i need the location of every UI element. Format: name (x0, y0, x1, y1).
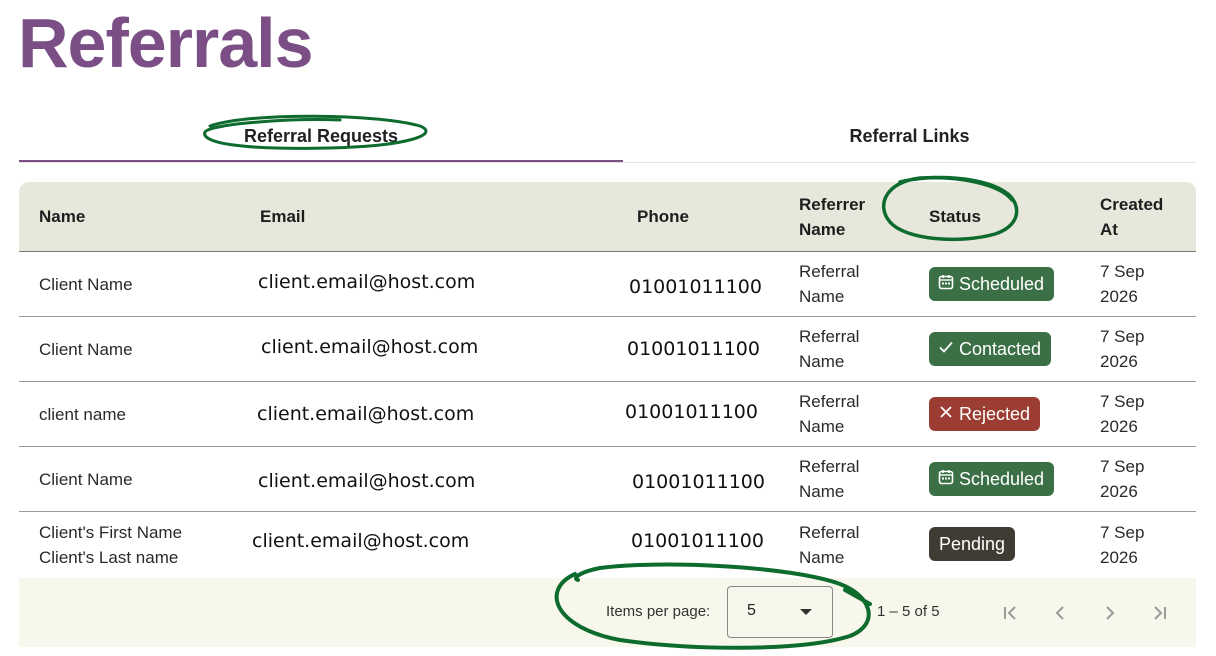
table-row[interactable]: Client Name client.email@host.com 010010… (19, 252, 1196, 317)
phone-cell: 01001011100 (627, 338, 760, 360)
calendar-icon (937, 267, 955, 301)
next-page-icon[interactable] (1092, 595, 1128, 631)
column-header-name[interactable]: Name (39, 204, 85, 229)
tab-bar: Referral Requests Referral Links (19, 112, 1196, 163)
paginator: Items per page: 5 1 – 5 of 5 (19, 578, 1196, 647)
column-header-status[interactable]: Status (929, 204, 981, 229)
client-first-name: Client's First Name (39, 523, 183, 542)
client-name-cell: Client Name (39, 340, 133, 359)
referrer-line2: Name (799, 287, 845, 306)
column-header-referrer-name[interactable]: Referrer Name (799, 192, 865, 242)
referrer-name-cell: Referral Name (799, 454, 859, 504)
referrals-table: Name Email Phone Referrer Name Status Cr… (19, 182, 1196, 647)
created-at-cell: 7 Sep 2026 (1100, 454, 1144, 504)
email-cell: client.email@host.com (258, 271, 476, 293)
created-at-cell: 7 Sep 2026 (1100, 520, 1144, 570)
referrer-line2: Name (799, 417, 845, 436)
client-last-name: Client's Last name (39, 548, 179, 567)
status-badge: Rejected (929, 397, 1041, 431)
referrer-line1: Referral (799, 262, 860, 281)
created-at-cell: 7 Sep 2026 (1100, 389, 1144, 439)
table-row[interactable]: client name client.email@host.com 010010… (19, 382, 1196, 447)
created-line1: 7 Sep (1100, 523, 1145, 542)
column-header-created-line2: At (1100, 220, 1118, 239)
chevron-down-icon (800, 609, 812, 615)
items-per-page-select[interactable]: 5 (727, 586, 833, 638)
referrer-name-cell: Referral Name (799, 389, 859, 439)
items-per-page-label: Items per page: (606, 603, 711, 620)
referrer-line1: Referral (799, 392, 860, 411)
created-line2: 2026 (1100, 548, 1138, 567)
referrer-line2: Name (799, 548, 845, 567)
status-badge: Contacted (929, 332, 1052, 366)
referrer-name-cell: Referral Name (799, 259, 859, 309)
table-row[interactable]: Client's First Name Client's Last name c… (19, 512, 1196, 576)
phone-cell: 01001011100 (629, 276, 762, 298)
previous-page-icon[interactable] (1042, 595, 1078, 631)
close-icon (937, 397, 955, 431)
status-label: Contacted (959, 339, 1042, 359)
status-badge: Scheduled (929, 267, 1055, 301)
email-cell: client.email@host.com (257, 403, 475, 425)
referrer-line1: Referral (799, 327, 860, 346)
email-cell: client.email@host.com (261, 336, 479, 358)
last-page-icon[interactable] (1142, 595, 1178, 631)
status-label: Pending (939, 534, 1006, 554)
email-cell: client.email@host.com (258, 470, 476, 492)
table-row[interactable]: Client Name client.email@host.com 010010… (19, 317, 1196, 382)
client-name-cell: Client Name (39, 470, 133, 489)
column-header-referrer-line2: Name (799, 220, 846, 239)
referrer-name-cell: Referral Name (799, 324, 859, 374)
check-icon (937, 332, 955, 366)
referrer-line1: Referral (799, 457, 860, 476)
column-header-referrer-line1: Referrer (799, 195, 866, 214)
status-badge: Scheduled (929, 462, 1055, 496)
client-name-cell: Client's First Name Client's Last name (39, 520, 182, 570)
phone-cell: 01001011100 (632, 471, 765, 493)
status-label: Scheduled (959, 469, 1045, 489)
created-line2: 2026 (1100, 287, 1138, 306)
column-header-created-line1: Created (1100, 195, 1164, 214)
created-at-cell: 7 Sep 2026 (1100, 259, 1144, 309)
calendar-icon (937, 462, 955, 496)
column-header-created-at[interactable]: Created At (1100, 192, 1163, 242)
client-name-cell: client name (39, 405, 126, 424)
referrer-line1: Referral (799, 523, 860, 542)
table-header-row: Name Email Phone Referrer Name Status Cr… (19, 182, 1196, 252)
table-row[interactable]: Client Name client.email@host.com 010010… (19, 447, 1196, 512)
created-at-cell: 7 Sep 2026 (1100, 324, 1144, 374)
column-header-email[interactable]: Email (260, 204, 305, 229)
status-label: Rejected (959, 404, 1031, 424)
email-cell: client.email@host.com (252, 530, 470, 552)
created-line2: 2026 (1100, 482, 1138, 501)
phone-cell: 01001011100 (625, 401, 758, 423)
referrer-line2: Name (799, 482, 845, 501)
column-header-phone[interactable]: Phone (637, 204, 689, 229)
first-page-icon[interactable] (992, 595, 1028, 631)
created-line1: 7 Sep (1100, 392, 1145, 411)
client-name-cell: Client Name (39, 275, 133, 294)
created-line2: 2026 (1100, 417, 1138, 436)
created-line1: 7 Sep (1100, 262, 1145, 281)
referrer-line2: Name (799, 352, 845, 371)
tab-referral-links[interactable]: Referral Links (623, 112, 1196, 160)
referrer-name-cell: Referral Name (799, 520, 859, 570)
tab-referral-requests[interactable]: Referral Requests (19, 112, 623, 162)
created-line1: 7 Sep (1100, 327, 1145, 346)
created-line1: 7 Sep (1100, 457, 1145, 476)
page-title: Referrals (18, 4, 314, 82)
created-line2: 2026 (1100, 352, 1138, 371)
status-label: Scheduled (959, 274, 1045, 294)
phone-cell: 01001011100 (631, 530, 764, 552)
items-per-page-value: 5 (747, 602, 756, 619)
status-badge: Pending (929, 527, 1016, 561)
page-range-label: 1 – 5 of 5 (877, 603, 940, 620)
